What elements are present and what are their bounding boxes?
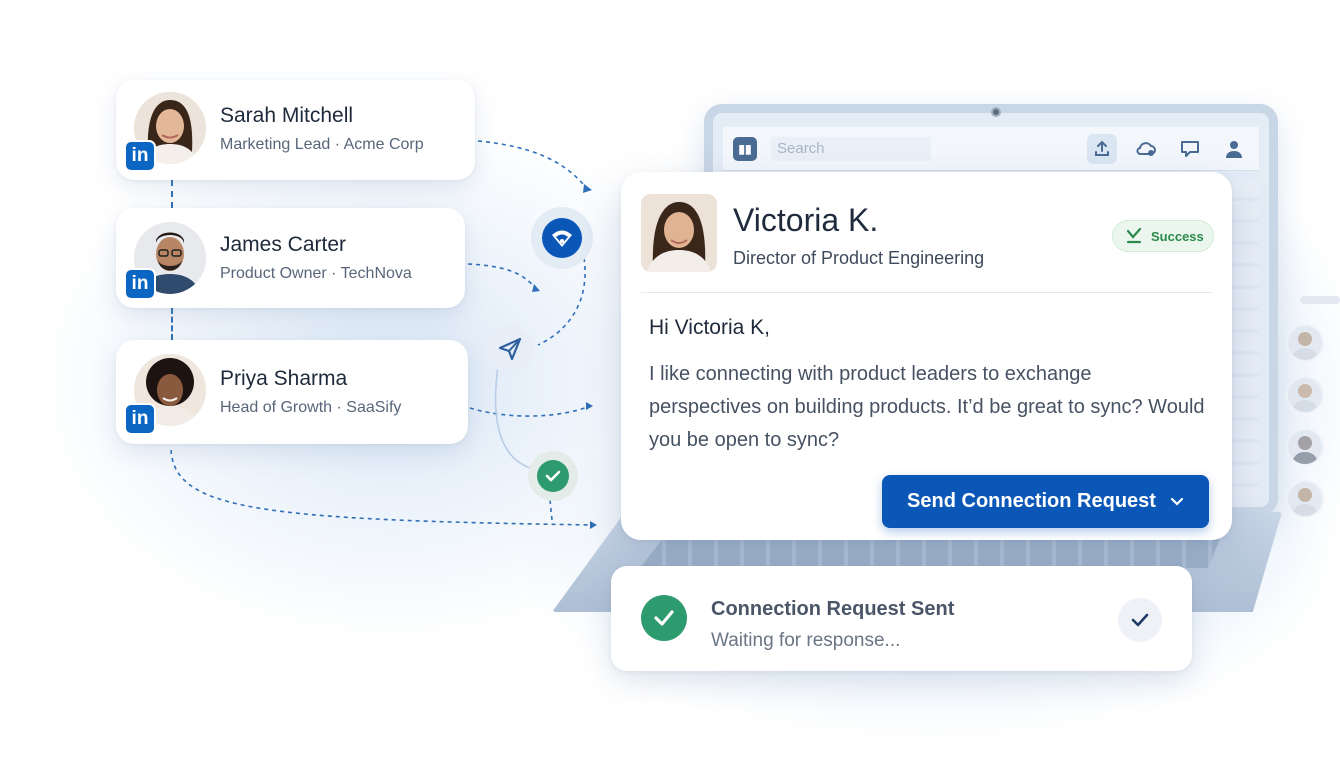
search-input[interactable]: Search	[771, 136, 931, 161]
status-badge: Success	[1112, 220, 1214, 252]
checkmark-icon	[1118, 598, 1162, 642]
message-greeting: Hi Victoria K,	[649, 316, 770, 339]
contact-role: Product Owner · TechNova	[220, 265, 412, 282]
recipient-title: Director of Product Engineering	[733, 248, 985, 268]
avatar	[1286, 324, 1324, 362]
message-card: Victoria K. Director of Product Engineer…	[621, 172, 1232, 540]
send-connection-request-button[interactable]: Send Connection Request	[882, 475, 1209, 528]
success-icon	[1126, 227, 1142, 244]
side-avatar-list	[1286, 324, 1324, 518]
app-logo: ▮▮	[733, 136, 757, 161]
avatar	[641, 194, 717, 272]
check-icon	[528, 451, 578, 501]
chat-icon[interactable]	[1175, 134, 1205, 164]
avatar	[1286, 376, 1324, 414]
linkedin-icon: in	[124, 268, 156, 300]
contact-name: James Carter	[220, 233, 347, 256]
contact-role: Head of Growth · SaaSify	[220, 399, 402, 416]
contact-name: Priya Sharma	[220, 367, 348, 390]
linkedin-icon: in	[124, 403, 156, 435]
upload-icon[interactable]	[1087, 133, 1117, 164]
status-title: Connection Request Sent	[711, 598, 955, 620]
contact-role: Marketing Lead · Acme Corp	[220, 136, 424, 153]
linkedin-icon: in	[124, 140, 156, 172]
contact-card[interactable]: in Sarah Mitchell Marketing Lead · Acme …	[116, 80, 475, 180]
wifi-icon	[531, 207, 593, 269]
laptop-keyboard	[640, 538, 1220, 568]
avatar	[1286, 480, 1324, 518]
side-panel-line	[1300, 296, 1340, 304]
recipient-name: Victoria K.	[733, 202, 879, 238]
message-body[interactable]: I like connecting with product leaders t…	[649, 358, 1209, 457]
check-circle-icon	[641, 595, 687, 641]
app-header: ▮▮ Search	[723, 127, 1259, 171]
status-subtitle: Waiting for response...	[711, 630, 901, 651]
chevron-down-icon[interactable]	[1170, 497, 1184, 507]
contact-card[interactable]: in Priya Sharma Head of Growth · SaaSify	[116, 340, 468, 444]
contact-card[interactable]: in James Carter Product Owner · TechNova	[116, 208, 465, 308]
request-status-card: Connection Request Sent Waiting for resp…	[611, 566, 1192, 671]
user-icon[interactable]	[1219, 134, 1249, 164]
send-button-label: Send Connection Request	[907, 490, 1156, 512]
status-badge-label: Success	[1151, 228, 1204, 244]
camera-icon	[991, 107, 1001, 117]
cloud-icon[interactable]	[1131, 134, 1161, 164]
connector-line	[171, 308, 173, 340]
divider	[641, 292, 1212, 293]
send-icon	[486, 325, 534, 373]
contact-name: Sarah Mitchell	[220, 104, 354, 127]
avatar	[1286, 428, 1324, 466]
connector-line	[171, 180, 173, 208]
